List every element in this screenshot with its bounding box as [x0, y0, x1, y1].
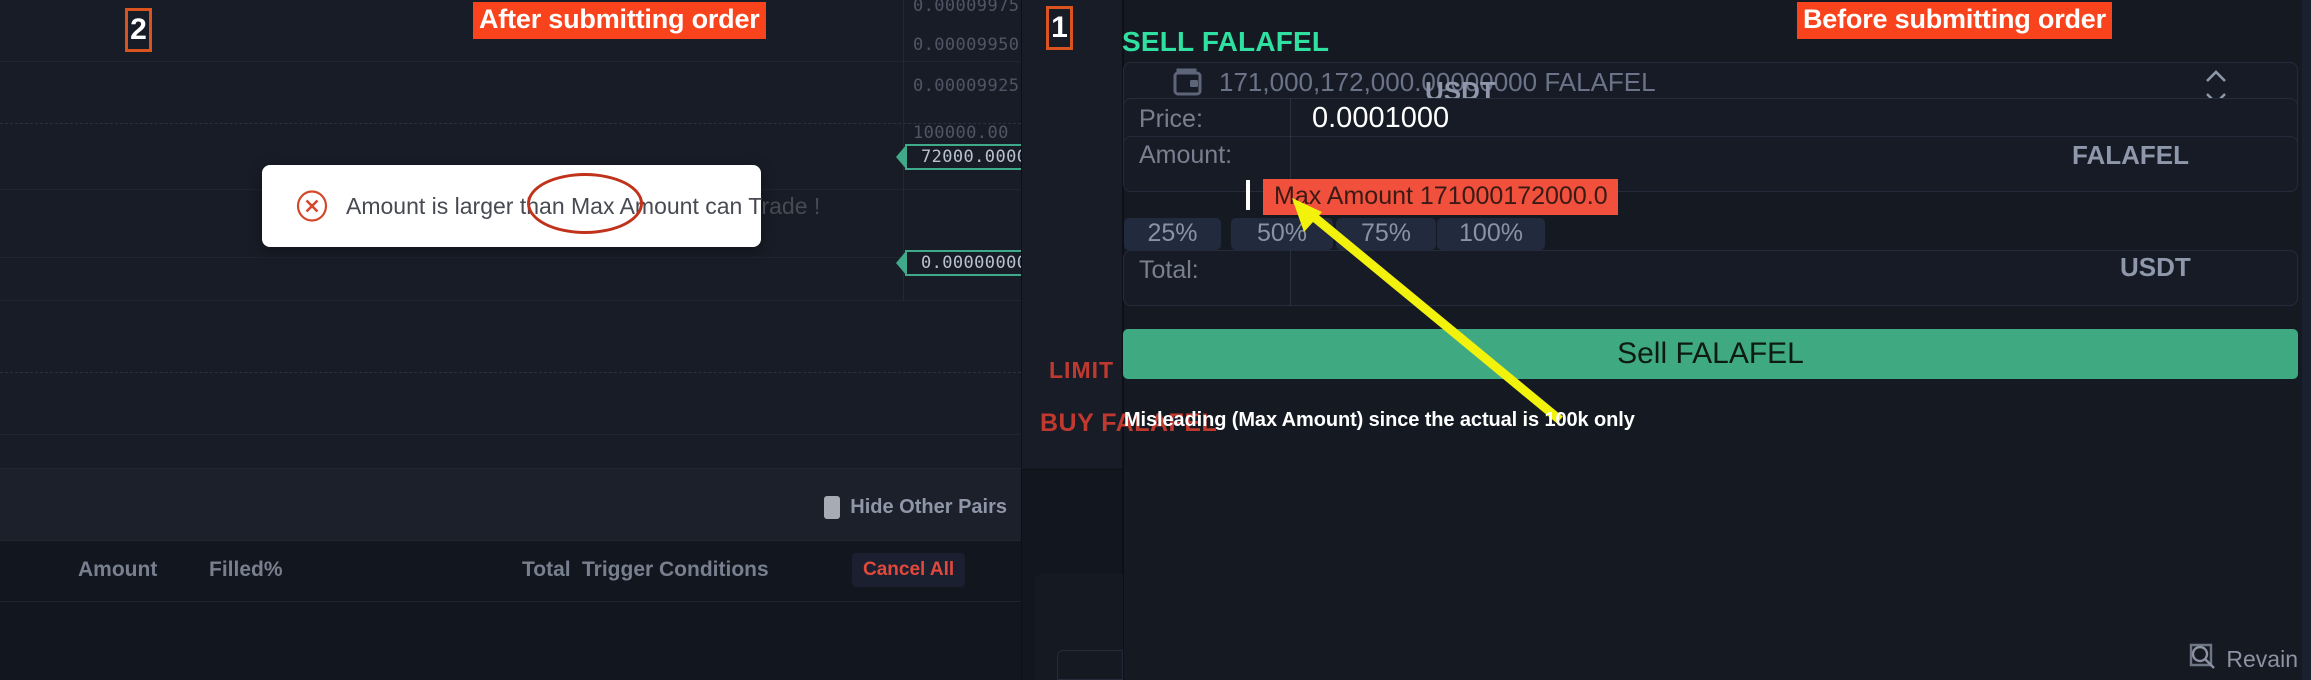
orders-toolbar: Hide Other Pairs [0, 468, 1021, 540]
limit-tab-label[interactable]: LIMIT [1049, 357, 1114, 384]
total-label: Total: [1139, 256, 1199, 284]
revain-watermark-text: Revain [2226, 646, 2298, 672]
field-separator [1290, 250, 1291, 306]
order-price-pill: 0.00000000 [896, 250, 1027, 276]
sell-form-title: SELL FALAFEL [1122, 26, 1330, 57]
price-input[interactable]: 0.0001000 [1312, 102, 1449, 135]
right-edge-strip [2302, 0, 2311, 680]
axis-tick-label: 0.00009950 [913, 35, 1020, 55]
amount-unit-label: FALAFEL [2072, 140, 2189, 170]
percent-button-25[interactable]: 25% [1124, 218, 1221, 250]
orders-table-body [0, 602, 1021, 680]
middle-column-upper [1022, 0, 1122, 468]
column-header-filled[interactable]: Filled% [209, 558, 283, 582]
open-orders-panel: Hide Other Pairs Amount Filled% Total Tr… [0, 468, 1021, 680]
annotation-note: Misleading (Max Amount) since the actual… [1124, 409, 1635, 431]
percent-button-75[interactable]: 75% [1336, 218, 1436, 250]
column-header-trigger[interactable]: Trigger Conditions [582, 558, 769, 582]
step-badge-1: 1 [1046, 6, 1073, 50]
step-badge-2: 2 [125, 8, 152, 52]
revain-search-icon [2188, 642, 2218, 677]
hide-other-pairs-label: Hide Other Pairs [850, 496, 1007, 518]
price-label: Price: [1139, 105, 1203, 133]
callout-after-submitting: After submitting order [473, 2, 766, 39]
chevron-up-icon[interactable] [2205, 69, 2227, 88]
amount-input-caret [1246, 180, 1250, 210]
max-amount-tooltip: Max Amount 171000172000.0 [1263, 179, 1618, 215]
buy-price-field[interactable] [1057, 650, 1123, 680]
amount-label: Amount: [1139, 141, 1233, 169]
error-circle-x-icon [296, 190, 328, 222]
percent-button-100[interactable]: 100% [1437, 218, 1545, 250]
axis-tick-label: 0.00009975 [913, 0, 1020, 16]
revain-watermark: Revain [2188, 642, 2298, 677]
error-toast-message: Amount is larger than Max Amount can Tra… [346, 192, 821, 219]
column-header-total[interactable]: Total [522, 558, 571, 582]
sell-falafel-button[interactable]: Sell FALAFEL [1123, 329, 2298, 379]
current-price-pill: 72000.000000 [896, 144, 1048, 170]
axis-tick-label: 0.00009925 [913, 76, 1020, 96]
total-unit-label: USDT [2120, 252, 2191, 282]
chart-gridline [0, 300, 1021, 301]
chart-gridline [0, 434, 1021, 435]
error-toast: Amount is larger than Max Amount can Tra… [262, 165, 820, 247]
percent-button-50[interactable]: 50% [1231, 218, 1333, 250]
callout-before-submitting: Before submitting order [1797, 2, 2112, 39]
wallet-balance-row[interactable]: 171,000,172,000.00000000 FALAFEL [1123, 62, 2298, 102]
hide-other-pairs-toggle[interactable]: Hide Other Pairs [824, 496, 1007, 519]
chart-gridline [0, 372, 1021, 373]
column-header-amount[interactable]: Amount [78, 558, 157, 582]
orders-table-header: Amount Filled% Total Trigger Conditions … [0, 540, 1021, 602]
screenshot-root: 0.00009975 0.00009950 0.00009925 100000.… [0, 0, 2311, 680]
axis-tick-label: 100000.00 [913, 123, 1009, 143]
cancel-all-button[interactable]: Cancel All [852, 553, 966, 587]
wallet-icon [1173, 68, 1203, 96]
checkbox-icon[interactable] [824, 496, 841, 519]
price-axis[interactable]: 0.00009975 0.00009950 0.00009925 100000.… [896, 0, 1048, 468]
